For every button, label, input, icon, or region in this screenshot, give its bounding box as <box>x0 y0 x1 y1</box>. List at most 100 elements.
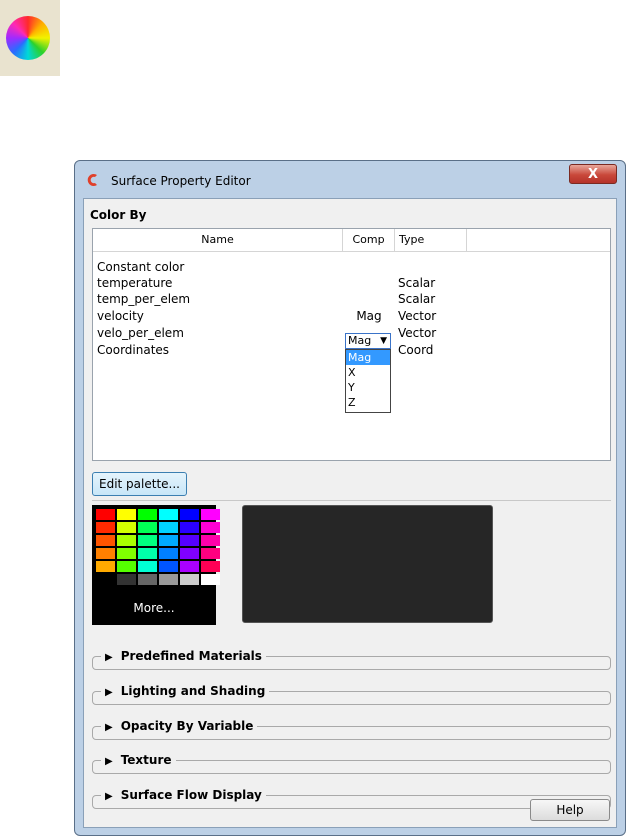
row-name: velocity <box>97 309 144 323</box>
color-swatch[interactable] <box>159 561 178 572</box>
section-opacity-by-variable[interactable]: ▶ Opacity By Variable <box>92 719 611 741</box>
color-swatch[interactable] <box>159 509 178 520</box>
section-header[interactable]: ▶ Predefined Materials <box>101 649 266 663</box>
variable-table: Name Comp Type Constant color temperatur… <box>92 228 611 461</box>
section-header[interactable]: ▶ Texture <box>101 753 176 767</box>
close-button[interactable]: X <box>569 164 617 184</box>
color-swatch[interactable] <box>138 509 157 520</box>
dropdown-option-mag[interactable]: Mag <box>346 350 390 365</box>
expand-triangle-icon[interactable]: ▶ <box>105 791 113 802</box>
component-select-value: Mag <box>348 334 372 347</box>
color-swatch[interactable] <box>96 509 115 520</box>
color-swatch[interactable] <box>159 535 178 546</box>
color-swatch[interactable] <box>117 574 136 585</box>
palette-area: More... <box>92 500 611 631</box>
row-name: temp_per_elem <box>97 292 191 306</box>
color-swatch[interactable] <box>201 509 220 520</box>
column-header-comp[interactable]: Comp <box>343 229 395 251</box>
color-swatch[interactable] <box>180 509 199 520</box>
color-swatch[interactable] <box>138 574 157 585</box>
surface-property-editor-window: Surface Property Editor X Color By Name … <box>74 160 626 836</box>
row-name: temperature <box>97 276 173 290</box>
surface-preview <box>242 505 493 623</box>
section-label: Texture <box>120 753 172 767</box>
app-logo-icon <box>87 174 97 186</box>
color-swatch[interactable] <box>138 548 157 559</box>
color-swatch-panel: More... <box>92 505 220 625</box>
color-swatch[interactable] <box>180 535 199 546</box>
table-row[interactable]: temperature Scalar <box>93 275 610 291</box>
color-swatch[interactable] <box>96 561 115 572</box>
chevron-down-icon[interactable]: ▼ <box>380 334 387 348</box>
table-header: Name Comp Type <box>93 229 610 252</box>
color-swatch[interactable] <box>96 574 115 585</box>
color-swatch[interactable] <box>201 574 220 585</box>
color-swatch[interactable] <box>180 548 199 559</box>
expand-triangle-icon[interactable]: ▶ <box>105 756 113 767</box>
color-swatch[interactable] <box>117 548 136 559</box>
component-select[interactable]: Mag ▼ <box>345 333 391 349</box>
color-swatch[interactable] <box>201 535 220 546</box>
table-row[interactable]: velocity Mag Vector <box>93 308 610 324</box>
expand-triangle-icon[interactable]: ▶ <box>105 652 113 663</box>
color-swatch[interactable] <box>138 561 157 572</box>
color-swatch[interactable] <box>159 574 178 585</box>
section-header[interactable]: ▶ Surface Flow Display <box>101 788 266 802</box>
section-label: Surface Flow Display <box>120 788 262 802</box>
edit-palette-button[interactable]: Edit palette... <box>92 472 187 496</box>
color-swatch[interactable] <box>201 522 220 533</box>
dropdown-option-y[interactable]: Y <box>346 380 390 395</box>
expand-triangle-icon[interactable]: ▶ <box>105 687 113 698</box>
row-name: Constant color <box>97 260 185 274</box>
row-type: Vector <box>398 309 437 323</box>
title-bar[interactable]: Surface Property Editor X <box>75 161 625 197</box>
color-swatch[interactable] <box>201 548 220 559</box>
row-type: Scalar <box>398 276 436 290</box>
row-type: Vector <box>398 326 437 340</box>
more-colors-button[interactable]: More... <box>92 601 216 615</box>
swatch-grid <box>96 509 220 585</box>
color-swatch[interactable] <box>180 574 199 585</box>
color-swatch[interactable] <box>96 522 115 533</box>
column-header-name[interactable]: Name <box>93 229 343 251</box>
color-swatch[interactable] <box>117 535 136 546</box>
row-type: Scalar <box>398 292 436 306</box>
color-swatch[interactable] <box>96 548 115 559</box>
section-texture[interactable]: ▶ Texture <box>92 753 611 775</box>
table-row[interactable]: Constant color <box>93 259 610 275</box>
section-label: Lighting and Shading <box>120 684 266 698</box>
color-wheel-thumbnail[interactable] <box>0 0 60 76</box>
color-swatch[interactable] <box>201 561 220 572</box>
row-name: Coordinates <box>97 343 170 357</box>
table-row[interactable]: temp_per_elem Scalar <box>93 291 610 307</box>
window-title: Surface Property Editor <box>111 174 251 188</box>
section-label: Opacity By Variable <box>120 719 254 733</box>
section-label: Predefined Materials <box>120 649 262 663</box>
component-dropdown-list: Mag X Y Z <box>345 349 391 413</box>
color-swatch[interactable] <box>96 535 115 546</box>
section-predefined-materials[interactable]: ▶ Predefined Materials <box>92 649 611 671</box>
color-by-heading: Color By <box>90 208 147 222</box>
color-swatch[interactable] <box>159 522 178 533</box>
color-swatch[interactable] <box>117 509 136 520</box>
section-lighting-and-shading[interactable]: ▶ Lighting and Shading <box>92 684 611 706</box>
color-swatch[interactable] <box>117 522 136 533</box>
color-swatch[interactable] <box>138 535 157 546</box>
color-swatch[interactable] <box>159 548 178 559</box>
expand-triangle-icon[interactable]: ▶ <box>105 722 113 733</box>
column-header-type[interactable]: Type <box>395 229 467 251</box>
dropdown-option-z[interactable]: Z <box>346 395 390 410</box>
color-swatch[interactable] <box>180 561 199 572</box>
color-swatch[interactable] <box>180 522 199 533</box>
editor-client-area: Color By Name Comp Type Constant color t… <box>83 198 617 828</box>
color-swatch[interactable] <box>117 561 136 572</box>
section-header[interactable]: ▶ Opacity By Variable <box>101 719 258 733</box>
section-header[interactable]: ▶ Lighting and Shading <box>101 684 270 698</box>
color-wheel-icon <box>6 16 50 60</box>
color-swatch[interactable] <box>138 522 157 533</box>
dropdown-option-x[interactable]: X <box>346 365 390 380</box>
row-name: velo_per_elem <box>97 326 184 340</box>
help-button[interactable]: Help <box>530 799 610 821</box>
row-type: Coord <box>398 343 434 357</box>
row-comp: Mag <box>356 309 382 323</box>
